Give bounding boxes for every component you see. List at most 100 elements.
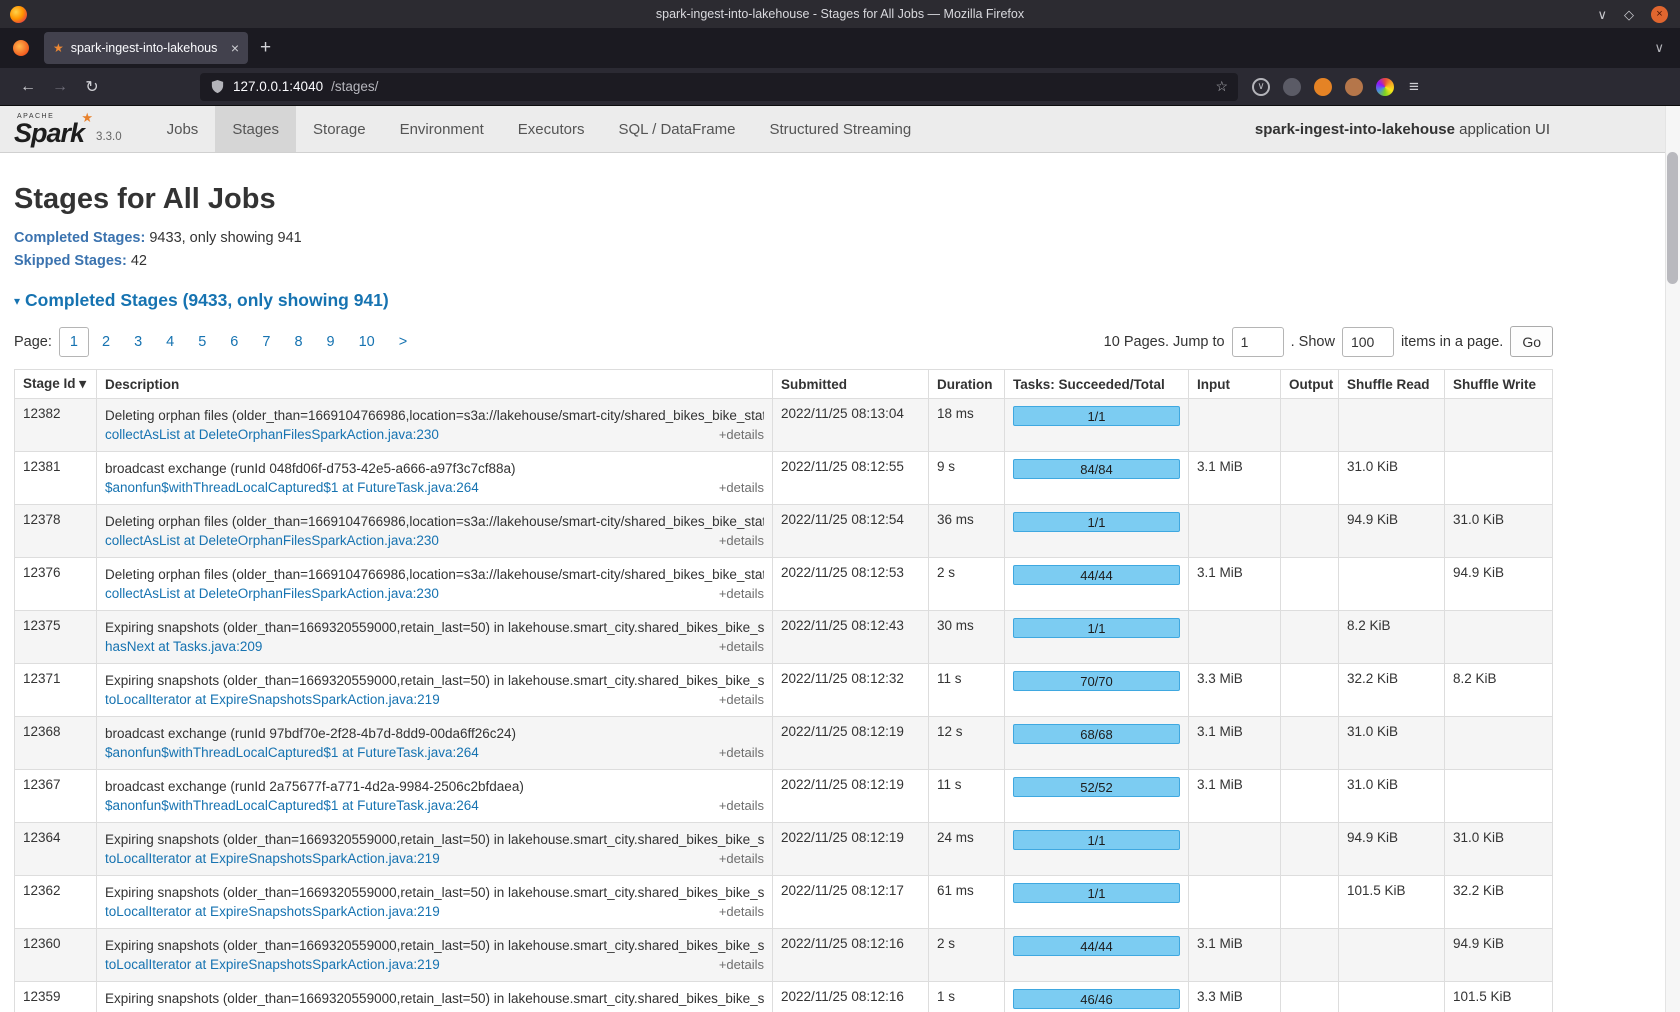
stage-callsite-link[interactable]: toLocalIterator at ExpireSnapshotsSparkA…	[105, 690, 440, 709]
nav-item-stages[interactable]: Stages	[215, 106, 296, 152]
stage-callsite-link[interactable]: $anonfun$withThreadLocalCaptured$1 at Fu…	[105, 743, 479, 762]
close-window-icon[interactable]: ×	[1651, 6, 1668, 23]
forward-icon[interactable]: →	[44, 72, 76, 102]
details-toggle[interactable]: +details	[719, 425, 764, 444]
stage-callsite-link[interactable]: hasNext at Tasks.java:209	[105, 637, 262, 656]
page-button-2[interactable]: 2	[91, 327, 121, 357]
browser-tab[interactable]: ★ spark-ingest-into-lakehous ×	[44, 32, 248, 64]
scrollbar-thumb[interactable]	[1667, 152, 1678, 284]
details-toggle[interactable]: +details	[719, 743, 764, 762]
new-tab-button[interactable]: +	[260, 37, 271, 59]
details-toggle[interactable]: +details	[719, 902, 764, 921]
cell-description: Expiring snapshots (older_than=166932055…	[97, 929, 773, 982]
url-bar[interactable]: 127.0.0.1:4040/stages/ ☆	[200, 73, 1238, 101]
column-header-duration[interactable]: Duration	[929, 370, 1005, 399]
column-header-tasks-succeeded-total[interactable]: Tasks: Succeeded/Total	[1005, 370, 1189, 399]
details-toggle[interactable]: +details	[719, 531, 764, 550]
page-button-6[interactable]: 6	[219, 327, 249, 357]
cell-output	[1281, 770, 1339, 823]
page-button-3[interactable]: 3	[123, 327, 153, 357]
back-icon[interactable]: ←	[12, 72, 44, 102]
details-toggle[interactable]: +details	[719, 478, 764, 497]
tab-close-icon[interactable]: ×	[231, 40, 239, 56]
column-header-submitted[interactable]: Submitted	[773, 370, 929, 399]
details-toggle[interactable]: +details	[719, 1008, 764, 1012]
nav-item-environment[interactable]: Environment	[383, 106, 501, 152]
privacy-badger-icon[interactable]	[1314, 78, 1332, 96]
minimize-icon[interactable]: ∨	[1597, 8, 1607, 21]
maximize-icon[interactable]: ◇	[1624, 8, 1634, 21]
profile-avatar-icon[interactable]	[1345, 78, 1363, 96]
nav-item-structured-streaming[interactable]: Structured Streaming	[752, 106, 928, 152]
column-header-description[interactable]: Description	[97, 370, 773, 399]
spark-logo[interactable]: APACHE Spark ★ 3.3.0	[0, 106, 122, 152]
stage-callsite-link[interactable]: collectAsList at DeleteOrphanFilesSparkA…	[105, 531, 439, 550]
bookmark-star-icon[interactable]: ☆	[1215, 78, 1228, 95]
column-header-output[interactable]: Output	[1281, 370, 1339, 399]
details-toggle[interactable]: +details	[719, 849, 764, 868]
nav-item-executors[interactable]: Executors	[501, 106, 602, 152]
skipped-stages-link[interactable]: Skipped Stages:	[14, 253, 127, 269]
firefox-view-icon[interactable]	[13, 40, 29, 56]
page-button-1[interactable]: 1	[59, 327, 89, 357]
column-header-input[interactable]: Input	[1189, 370, 1281, 399]
completed-stages-collapse-toggle[interactable]: ▾ Completed Stages (9433, only showing 9…	[14, 290, 1553, 311]
cell-submitted: 2022/11/25 08:12:19	[773, 770, 929, 823]
details-toggle[interactable]: +details	[719, 955, 764, 974]
page-button-4[interactable]: 4	[155, 327, 185, 357]
stage-callsite-link[interactable]: collectAsList at DeleteOrphanFilesSparkA…	[105, 425, 439, 444]
cell-shuffle-read: 101.5 KiB	[1339, 876, 1445, 929]
list-all-tabs-icon[interactable]: ∨	[1654, 40, 1664, 56]
stage-callsite-link[interactable]: $anonfun$withThreadLocalCaptured$1 at Fu…	[105, 796, 479, 815]
stage-callsite-link[interactable]: toLocalIterator at ExpireSnapshotsSparkA…	[105, 849, 440, 868]
details-toggle[interactable]: +details	[719, 796, 764, 815]
page-button-7[interactable]: 7	[251, 327, 281, 357]
stage-callsite-link[interactable]: toLocalIterator at ExpireSnapshotsSparkA…	[105, 902, 440, 921]
task-progress-bar: 70/70	[1013, 671, 1180, 691]
page-button-10[interactable]: 10	[348, 327, 386, 357]
column-header-shuffle-write[interactable]: Shuffle Write	[1445, 370, 1553, 399]
stage-description: Expiring snapshots (older_than=166932055…	[105, 883, 764, 902]
column-header-shuffle-read[interactable]: Shuffle Read	[1339, 370, 1445, 399]
stage-callsite-link[interactable]: collectAsList at DeleteOrphanFilesSparkA…	[105, 584, 439, 603]
cell-input: 3.3 MiB	[1189, 664, 1281, 717]
column-header-stage-id[interactable]: Stage Id ▾	[15, 370, 97, 399]
extension-account-icon[interactable]	[1283, 78, 1301, 96]
tracking-shield-icon[interactable]	[210, 79, 225, 94]
nav-item-storage[interactable]: Storage	[296, 106, 383, 152]
stage-callsite-link[interactable]: toLocalIterator at ExpireSnapshotsSparkA…	[105, 955, 440, 974]
cell-shuffle-write	[1445, 399, 1553, 452]
page-button->[interactable]: >	[388, 327, 418, 357]
cell-tasks: 1/1	[1005, 876, 1189, 929]
cell-input	[1189, 505, 1281, 558]
stage-description: broadcast exchange (runId 048fd06f-d753-…	[105, 459, 764, 478]
items-per-page-input[interactable]	[1342, 327, 1394, 357]
tab-bar: ★ spark-ingest-into-lakehous × + ∨	[0, 28, 1680, 68]
pocket-icon[interactable]: ∨	[1252, 78, 1270, 96]
cell-duration: 18 ms	[929, 399, 1005, 452]
cell-duration: 9 s	[929, 452, 1005, 505]
cell-tasks: 1/1	[1005, 399, 1189, 452]
details-toggle[interactable]: +details	[719, 637, 764, 656]
details-toggle[interactable]: +details	[719, 584, 764, 603]
nav-item-sql-dataframe[interactable]: SQL / DataFrame	[601, 106, 752, 152]
page-button-9[interactable]: 9	[316, 327, 346, 357]
completed-stages-link[interactable]: Completed Stages:	[14, 230, 145, 246]
containers-extension-icon[interactable]	[1376, 78, 1394, 96]
reload-icon[interactable]: ↻	[76, 72, 108, 102]
stage-callsite-link[interactable]: toLocalIterator at ExpireSnapshotsSparkA…	[105, 1008, 440, 1012]
jump-to-page-input[interactable]	[1232, 327, 1284, 357]
task-progress-bar: 1/1	[1013, 618, 1180, 638]
hamburger-menu-icon[interactable]: ≡	[1409, 77, 1419, 97]
cell-duration: 2 s	[929, 929, 1005, 982]
scrollbar-track[interactable]	[1665, 106, 1680, 1012]
details-toggle[interactable]: +details	[719, 690, 764, 709]
cell-output	[1281, 399, 1339, 452]
go-button[interactable]: Go	[1510, 326, 1553, 357]
cell-shuffle-write	[1445, 770, 1553, 823]
page-button-8[interactable]: 8	[283, 327, 313, 357]
stage-callsite-link[interactable]: $anonfun$withThreadLocalCaptured$1 at Fu…	[105, 478, 479, 497]
page-label: Page:	[14, 334, 52, 350]
page-button-5[interactable]: 5	[187, 327, 217, 357]
nav-item-jobs[interactable]: Jobs	[150, 106, 216, 152]
